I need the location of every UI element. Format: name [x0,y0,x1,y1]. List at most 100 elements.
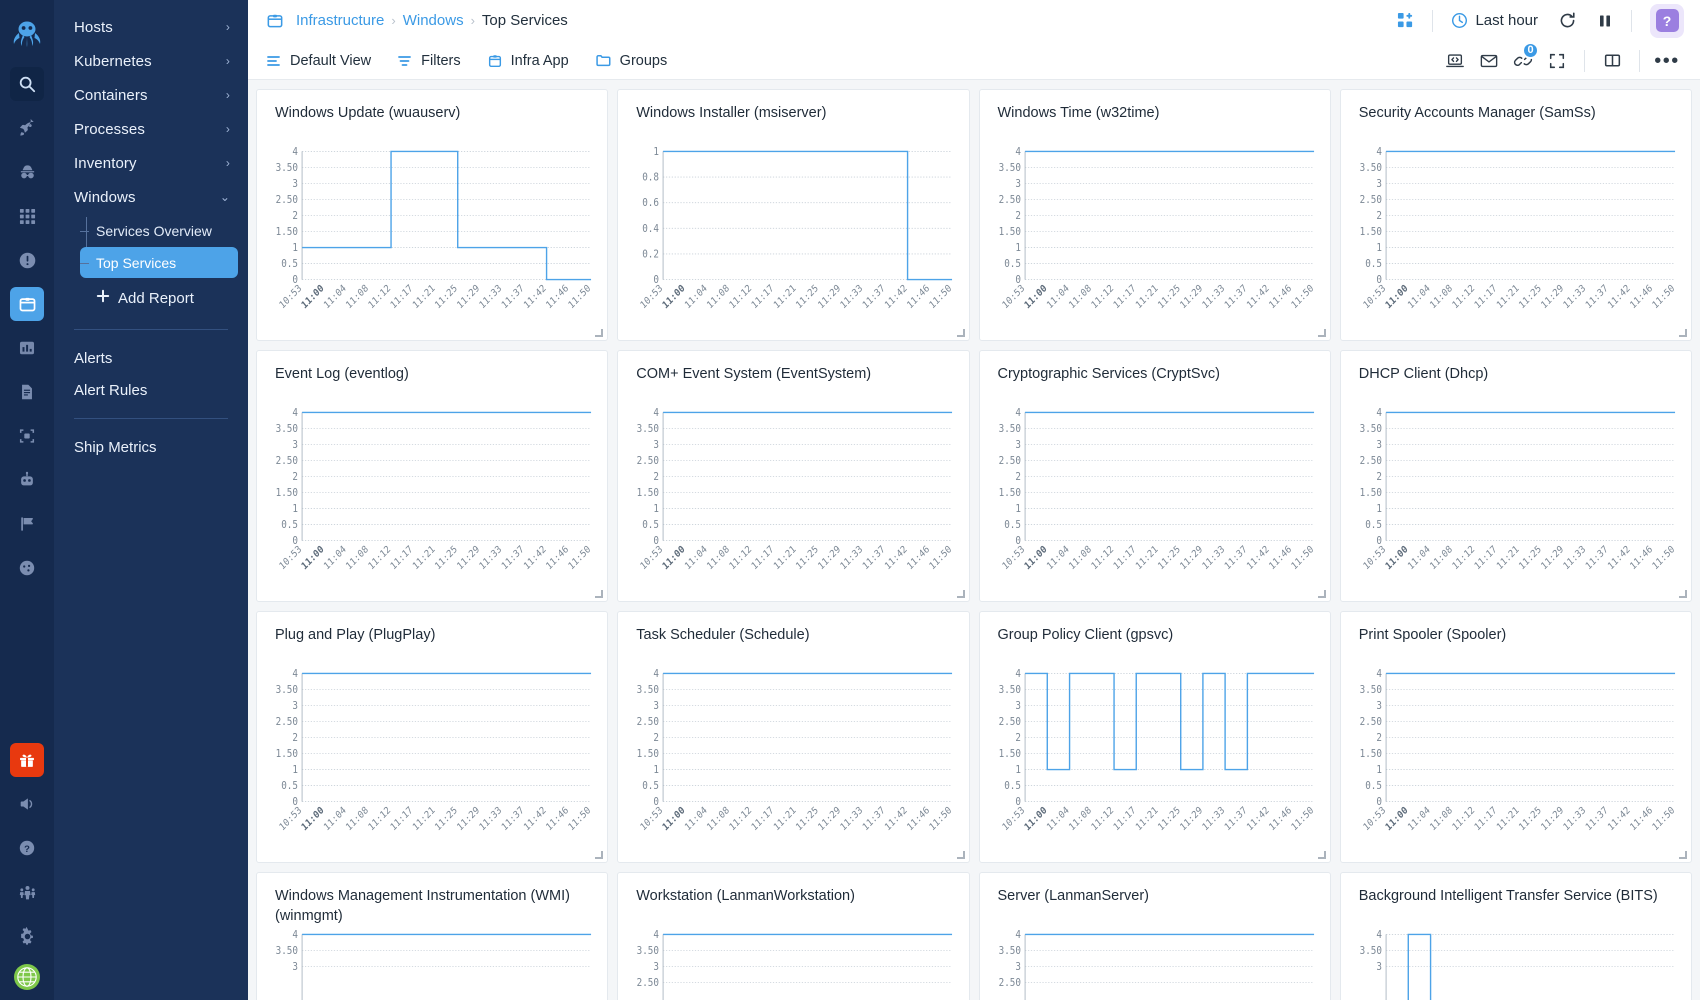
document-icon[interactable] [10,375,44,409]
chart-card[interactable]: Cryptographic Services (CryptSvc) 4 3.50 3 2… [978,350,1331,603]
trace-icon[interactable] [10,419,44,453]
infrastructure-icon[interactable] [10,287,44,321]
chart-card[interactable]: Windows Update (wuauserv) 4 3.50 3 2.50 2 1.50… [256,89,609,342]
bar-chart-icon[interactable] [10,331,44,365]
svg-text:4: 4 [292,147,298,159]
svg-text:11:33: 11:33 [477,283,503,312]
breadcrumb-infrastructure[interactable]: Infrastructure [296,12,384,29]
chart-plot[interactable]: 43.50310:5311:0011:0411:0811:1211:1711:2… [267,925,597,1000]
svg-text:11:21: 11:21 [1495,805,1522,834]
add-report-button[interactable]: Add Report [54,279,248,317]
resize-handle[interactable] [956,329,965,338]
chart-plot[interactable]: 43.5032.5010:5311:0011:0411:0811:1211:17… [628,925,958,1000]
rocket-icon[interactable] [10,111,44,145]
chart-plot[interactable]: 1 0.8 0.6 0.4 0.2 0 10:53 11:00 11:04 11:08 11:12 1… [628,142,958,336]
chevron-right-icon: › [225,54,230,68]
chart-card[interactable]: Background Intelligent Transfer Service … [1339,872,1692,1000]
chart-plot[interactable]: 43.5032.5010:5311:0011:0411:0811:1211:17… [990,925,1320,1000]
globe-avatar[interactable] [14,964,40,990]
infra-app-button[interactable]: Infra App [487,53,569,69]
sidebar-item-top-services[interactable]: Top Services [80,247,238,278]
refresh-icon[interactable] [1558,11,1577,30]
icon-rail: ? [0,0,54,1000]
incognito-icon[interactable] [10,155,44,189]
infrastructure-breadcrumb-icon [266,12,284,30]
chart-plot[interactable]: 4 3.50 3 2.50 2 1.50 1 0.5 0 10:53 11:00 11:04 11:08… [1351,403,1681,597]
link-icon[interactable]: 0 [1506,41,1540,76]
chart-card[interactable]: Windows Time (w32time) 4 3.50 3 2.50 2 1.50 1 0.… [978,89,1331,342]
sidebar-item-ship-metrics[interactable]: Ship Metrics [54,431,248,463]
sidebar-item-processes[interactable]: Processes › [54,112,248,146]
time-range-picker[interactable]: Last hour [1451,12,1538,29]
chart-card[interactable]: Security Accounts Manager (SamSs) 4 3.50 3 2… [1339,89,1692,342]
svg-text:10:53: 10:53 [1000,544,1026,573]
alert-circle-icon[interactable] [10,243,44,277]
chart-plot[interactable]: 4 3.50 3 2.50 2 1.50 1 0.5 0 10:53 11:00 11:04 11:08… [990,664,1320,858]
resize-handle[interactable] [956,851,965,860]
chart-plot[interactable]: 4 3.50 3 2.50 2 1.50 1 0.5 0 10:53 11:00 11:04 11:08… [267,403,597,597]
help-circle-icon[interactable]: ? [10,831,44,865]
resize-handle[interactable] [1317,851,1326,860]
pie-icon[interactable] [10,551,44,585]
resize-handle[interactable] [595,590,604,599]
chart-plot[interactable]: 4 3.50 3 2.50 2 1.50 1 0.5 0 10:53 11:00 11:04 11:08… [267,664,597,858]
search-icon[interactable] [10,67,44,101]
gear-icon[interactable] [10,919,44,953]
robot-icon[interactable] [10,463,44,497]
embed-code-icon[interactable] [1438,46,1472,76]
resize-handle[interactable] [1679,851,1687,860]
chart-card[interactable]: Plug and Play (PlugPlay) 4 3.50 3 2.50 2 1.50 1… [256,611,609,864]
chart-card[interactable]: Task Scheduler (Schedule) 4 3.50 3 2.50 2 1.50… [617,611,970,864]
sidebar-item-inventory[interactable]: Inventory › [54,146,248,180]
chart-card[interactable]: Windows Installer (msiserver) 1 0.8 0.6 0.4 0… [617,89,970,342]
sidebar-item-windows[interactable]: Windows ⌄ [54,180,248,214]
people-icon[interactable] [10,875,44,909]
help-button[interactable]: ? [1650,3,1684,38]
resize-handle[interactable] [1679,590,1687,599]
apps-grid-icon[interactable] [10,199,44,233]
chart-plot[interactable]: 4 3.50 3 2.50 2 1.50 1 0.5 0 10:53 11:00 11:04 11:08… [990,142,1320,336]
resize-handle[interactable] [1317,329,1326,338]
chart-card[interactable]: Group Policy Client (gpsvc) 4 3.50 3 2.50 2 1.… [978,611,1331,864]
sidebar-item-containers[interactable]: Containers › [54,78,248,112]
charts-board[interactable]: Windows Update (wuauserv) 4 3.50 3 2.50 2 1.50… [248,80,1700,1000]
chart-card[interactable]: Windows Management Instrumentation (WMI)… [256,872,609,1000]
sidebar-item-services-overview[interactable]: Services Overview [80,215,238,246]
resize-handle[interactable] [595,329,604,338]
chart-plot[interactable]: 4 3.50 3 2.50 2 1.50 1 0.5 0 10:53 11:00 11:04 11:08… [628,403,958,597]
resize-handle[interactable] [956,590,965,599]
resize-handle[interactable] [1317,590,1326,599]
groups-button[interactable]: Groups [595,52,667,69]
fullscreen-icon[interactable] [1540,46,1574,76]
chart-plot[interactable]: 4 3.50 3 2.50 2 1.50 1 0.5 0 10:53 11:00 11:04 11:08… [267,142,597,336]
chart-card[interactable]: COM+ Event System (EventSystem) 4 3.50 3 2.5… [617,350,970,603]
more-dots-icon[interactable]: ••• [1650,46,1684,76]
chart-card[interactable]: Event Log (eventlog) 4 3.50 3 2.50 2 1.50 1 0.5 0… [256,350,609,603]
breadcrumb-windows[interactable]: Windows [403,12,464,29]
chart-plot[interactable]: 4 3.50 3 2.50 2 1.50 1 0.5 0 10:53 11:00 11:04 11:08… [1351,664,1681,858]
chart-card[interactable]: Print Spooler (Spooler) 4 3.50 3 2.50 2 1.50 1 0… [1339,611,1692,864]
chart-plot[interactable]: 4 3.50 3 2.50 2 1.50 1 0.5 0 10:53 11:00 11:04 11:08… [628,664,958,858]
chart-card[interactable]: Workstation (LanmanWorkstation) 4 3.50 3 2.5… [617,872,970,1000]
sidebar-item-hosts[interactable]: Hosts › [54,10,248,44]
chart-card[interactable]: Server (LanmanServer)43.5032.5010:5311:0… [978,872,1331,1000]
megaphone-icon[interactable] [10,787,44,821]
chart-card[interactable]: DHCP Client (Dhcp) 4 3.50 3 2.50 2 1.50 1 0.5 0 10… [1339,350,1692,603]
mail-icon[interactable] [1472,46,1506,76]
pause-icon[interactable] [1597,13,1613,29]
default-view-button[interactable]: Default View [266,53,371,69]
flag-icon[interactable] [10,507,44,541]
gift-icon[interactable] [10,743,44,777]
resize-handle[interactable] [1679,329,1687,338]
chart-plot[interactable]: 4 3.50 3 2.50 2 1.50 1 0.5 0 10:53 11:00 11:04 11:08… [990,403,1320,597]
filters-button[interactable]: Filters [397,53,461,69]
chart-plot[interactable]: 4 3.50 3 2.50 2 1.50 1 0.5 0 10:53 11:00 11:04 11:08… [1351,142,1681,336]
resize-handle[interactable] [595,851,604,860]
add-widget-icon[interactable] [1397,12,1414,29]
sidebar-item-kubernetes[interactable]: Kubernetes › [54,44,248,78]
sidebar-item-alert-rules[interactable]: Alert Rules [54,374,248,406]
split-view-icon[interactable] [1595,46,1629,76]
chart-plot[interactable]: 43.50310:5311:0011:0411:0811:1211:1711:2… [1351,925,1681,1000]
octopus-logo[interactable] [7,14,47,54]
sidebar-item-alerts[interactable]: Alerts [54,342,248,374]
